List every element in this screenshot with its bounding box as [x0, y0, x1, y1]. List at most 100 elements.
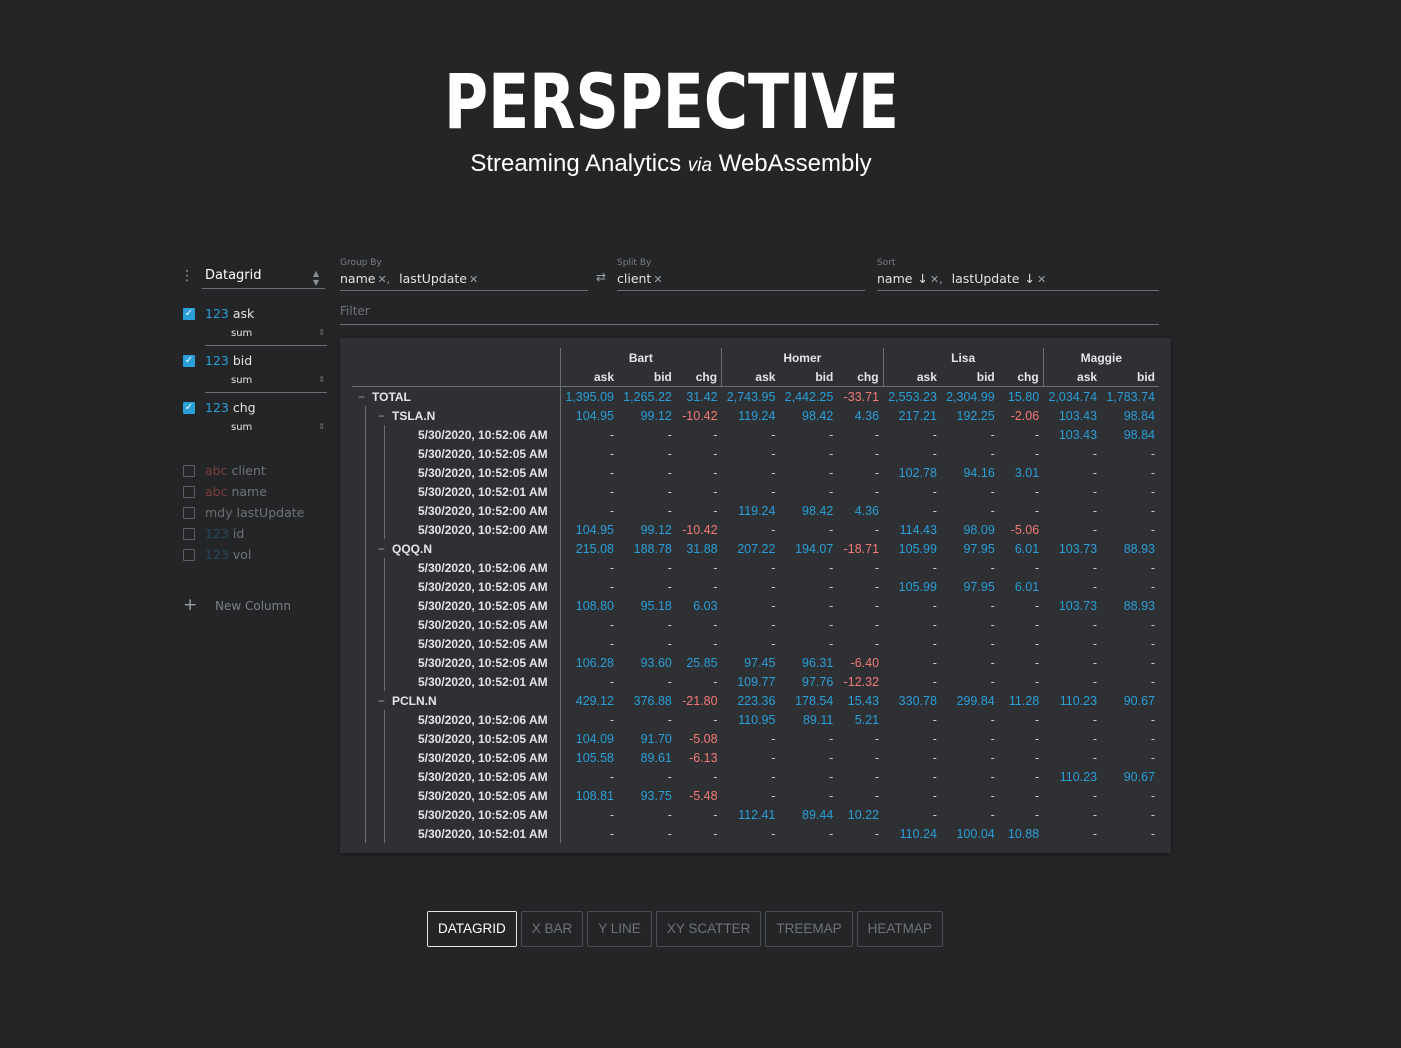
- plugin-select[interactable]: Datagrid ▲ ▼: [202, 264, 325, 289]
- table-cell[interactable]: -: [618, 558, 676, 577]
- table-cell[interactable]: -10.42: [676, 520, 722, 539]
- table-row[interactable]: 5/30/2020, 10:52:06 AM - - -110.95 89.11 5.21…: [352, 710, 1159, 729]
- table-cell[interactable]: 11.28: [999, 691, 1043, 710]
- table-cell[interactable]: -: [1043, 577, 1101, 596]
- active-column-chg[interactable]: ✓ 123 chg sum ⇕: [180, 400, 330, 449]
- table-cell[interactable]: -: [883, 558, 941, 577]
- table-cell[interactable]: -: [883, 615, 941, 634]
- table-cell[interactable]: -6.13: [676, 748, 722, 767]
- swap-arrows-icon[interactable]: ⇄: [596, 270, 606, 284]
- checkbox-empty-icon[interactable]: [183, 486, 195, 498]
- table-cell[interactable]: -: [837, 463, 883, 482]
- table-row[interactable]: 5/30/2020, 10:52:05 AM - - - - - -102.78 94.16 3…: [352, 463, 1159, 482]
- table-cell[interactable]: -: [676, 710, 722, 729]
- column-header[interactable]: bid: [940, 367, 999, 387]
- table-cell[interactable]: -: [1101, 653, 1159, 672]
- table-cell[interactable]: -: [1043, 444, 1101, 463]
- table-cell[interactable]: -: [1101, 615, 1159, 634]
- table-cell[interactable]: -: [1101, 463, 1159, 482]
- filter-input[interactable]: Filter: [340, 304, 1159, 325]
- row-header[interactable]: 5/30/2020, 10:52:05 AM: [352, 748, 561, 767]
- table-cell[interactable]: -18.71: [837, 539, 883, 558]
- table-cell[interactable]: -: [941, 558, 999, 577]
- table-cell[interactable]: 223.36: [722, 691, 780, 710]
- table-cell[interactable]: -: [1043, 653, 1101, 672]
- table-row[interactable]: 5/30/2020, 10:52:05 AM 108.80 95.18 6.03- - -…: [352, 596, 1159, 615]
- table-cell[interactable]: -: [941, 767, 999, 786]
- table-cell[interactable]: -: [722, 824, 780, 843]
- table-cell[interactable]: -: [1043, 558, 1101, 577]
- table-cell[interactable]: -: [618, 634, 676, 653]
- table-cell[interactable]: -: [779, 824, 837, 843]
- table-cell[interactable]: -: [1043, 482, 1101, 501]
- inactive-column-id[interactable]: 123 id: [180, 526, 330, 548]
- table-cell[interactable]: -: [837, 577, 883, 596]
- table-cell[interactable]: -: [560, 615, 618, 634]
- table-cell[interactable]: -: [999, 786, 1043, 805]
- table-cell[interactable]: -: [941, 615, 999, 634]
- table-cell[interactable]: -: [618, 672, 676, 691]
- arrow-down-icon[interactable]: ↓: [1024, 271, 1034, 286]
- table-cell[interactable]: 3.01: [999, 463, 1043, 482]
- table-cell[interactable]: -: [1101, 748, 1159, 767]
- table-cell[interactable]: 103.43: [1043, 406, 1101, 425]
- table-cell[interactable]: 95.18: [618, 596, 676, 615]
- table-cell[interactable]: -6.40: [837, 653, 883, 672]
- table-cell[interactable]: -: [1043, 729, 1101, 748]
- table-cell[interactable]: -: [1101, 577, 1159, 596]
- table-cell[interactable]: -: [779, 615, 837, 634]
- table-cell[interactable]: -: [560, 767, 618, 786]
- table-cell[interactable]: -: [837, 786, 883, 805]
- table-cell[interactable]: 89.44: [779, 805, 837, 824]
- split-by-pill[interactable]: client: [617, 271, 651, 286]
- table-row[interactable]: 5/30/2020, 10:52:06 AM - - - - - - - - -103.43 98.…: [352, 425, 1159, 444]
- table-cell[interactable]: 99.12: [618, 406, 676, 425]
- table-cell[interactable]: 215.08: [560, 539, 618, 558]
- table-cell[interactable]: -: [722, 615, 780, 634]
- table-cell[interactable]: -: [999, 482, 1043, 501]
- table-cell[interactable]: -: [883, 596, 941, 615]
- table-cell[interactable]: 110.24: [883, 824, 941, 843]
- column-header[interactable]: bid: [1101, 367, 1159, 387]
- table-cell[interactable]: -: [722, 577, 780, 596]
- table-cell[interactable]: 91.70: [618, 729, 676, 748]
- table-cell[interactable]: -: [779, 463, 837, 482]
- table-cell[interactable]: -33.71: [837, 387, 883, 407]
- table-cell[interactable]: -: [618, 577, 676, 596]
- table-row[interactable]: 5/30/2020, 10:52:01 AM - - - - - - - - - - -: [352, 482, 1159, 501]
- table-cell[interactable]: -: [1043, 634, 1101, 653]
- checkmark-icon[interactable]: ✓: [183, 355, 195, 367]
- tab-y-line[interactable]: Y LINE: [587, 911, 652, 947]
- minus-icon[interactable]: −: [378, 542, 392, 556]
- tab-x-bar[interactable]: X BAR: [520, 911, 584, 947]
- table-cell[interactable]: 88.93: [1101, 539, 1159, 558]
- table-cell[interactable]: -: [560, 558, 618, 577]
- table-cell[interactable]: 119.24: [722, 406, 780, 425]
- table-cell[interactable]: -: [999, 672, 1043, 691]
- table-cell[interactable]: -: [941, 710, 999, 729]
- new-column-button[interactable]: + New Column: [180, 595, 330, 619]
- table-cell[interactable]: -: [676, 444, 722, 463]
- table-cell[interactable]: 104.95: [560, 520, 618, 539]
- table-cell[interactable]: 2,034.74: [1043, 387, 1101, 407]
- table-cell[interactable]: -: [999, 729, 1043, 748]
- row-header[interactable]: 5/30/2020, 10:52:00 AM: [352, 520, 561, 539]
- tab-xy-scatter[interactable]: XY SCATTER: [655, 911, 762, 947]
- table-cell[interactable]: 2,553.23: [883, 387, 941, 407]
- table-cell[interactable]: 114.43: [883, 520, 941, 539]
- row-header[interactable]: 5/30/2020, 10:52:05 AM: [352, 577, 561, 596]
- table-cell[interactable]: -: [618, 767, 676, 786]
- table-cell[interactable]: -: [722, 463, 780, 482]
- table-cell[interactable]: -: [883, 748, 941, 767]
- table-cell[interactable]: -: [676, 767, 722, 786]
- table-cell[interactable]: -: [779, 425, 837, 444]
- table-cell[interactable]: 330.78: [883, 691, 941, 710]
- table-cell[interactable]: 110.23: [1043, 691, 1101, 710]
- table-cell[interactable]: -5.06: [999, 520, 1043, 539]
- minus-icon[interactable]: −: [378, 694, 392, 708]
- table-cell[interactable]: 10.22: [837, 805, 883, 824]
- table-row[interactable]: − TOTAL 1,395.09 1,265.22 31.42 2,743.95 2,442…: [352, 386, 1159, 407]
- table-cell[interactable]: -: [676, 634, 722, 653]
- table-cell[interactable]: -: [883, 729, 941, 748]
- row-header[interactable]: 5/30/2020, 10:52:05 AM: [352, 805, 561, 824]
